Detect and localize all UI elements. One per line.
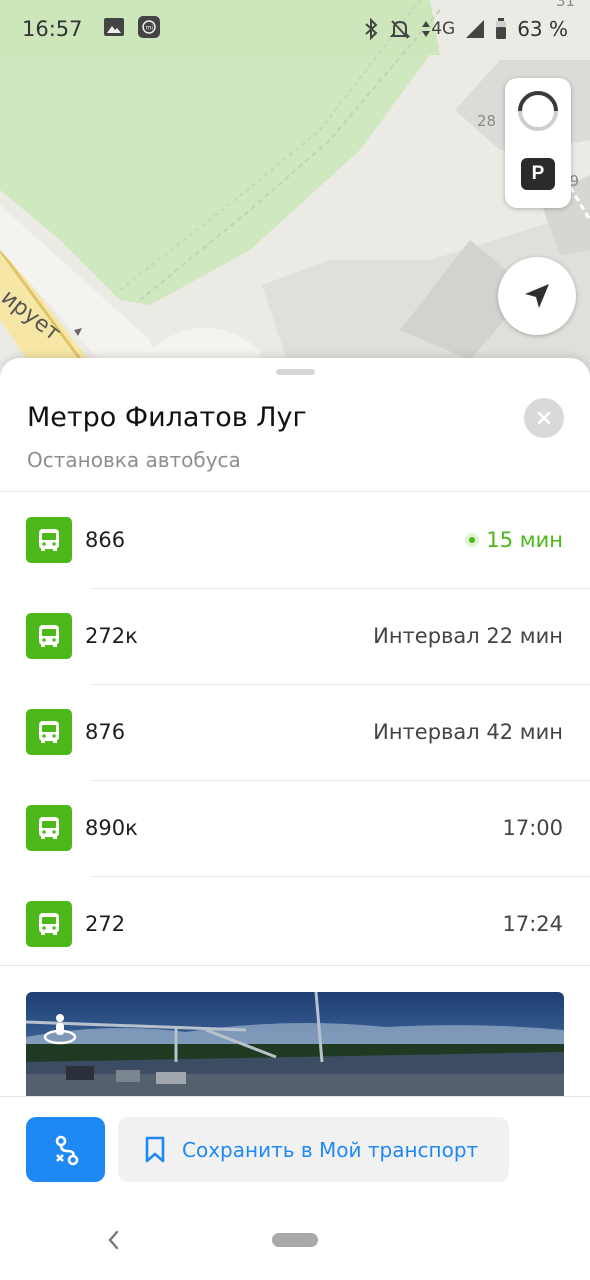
- route-row[interactable]: 890к 17:00: [0, 780, 590, 876]
- notifications-off-icon: [389, 18, 411, 40]
- battery-icon: [495, 18, 507, 40]
- route-row[interactable]: 272 17:24: [0, 876, 590, 972]
- route-number: 890к: [85, 816, 138, 840]
- traffic-button[interactable]: [515, 88, 561, 134]
- network-type: 4G: [421, 19, 455, 39]
- mi-app-icon: mi: [137, 15, 161, 44]
- my-location-button[interactable]: [498, 257, 576, 335]
- route-row[interactable]: 866 15 мин: [0, 492, 590, 588]
- building-number-28: 28: [477, 112, 496, 130]
- panorama-icon: [42, 1010, 78, 1050]
- route-number: 272к: [85, 624, 138, 648]
- route-number: 876: [85, 720, 126, 744]
- route-icon: [55, 1135, 78, 1165]
- parking-button[interactable]: P: [521, 158, 555, 190]
- bus-icon: [26, 517, 72, 563]
- signal-icon: [465, 19, 485, 39]
- bus-icon: [26, 805, 72, 851]
- live-indicator-icon: [465, 533, 480, 547]
- bus-icon: [26, 709, 72, 755]
- bus-icon: [26, 901, 72, 947]
- route-arrival-text: 17:00: [502, 816, 563, 840]
- map-layers-panel: P: [505, 78, 571, 208]
- divider: [0, 965, 590, 966]
- home-pill[interactable]: [272, 1233, 318, 1247]
- route-arrival-text: 15 мин: [486, 528, 563, 552]
- bookmark-icon: [145, 1136, 165, 1162]
- route-row[interactable]: 272к Интервал 22 мин: [0, 588, 590, 684]
- sheet-grabber[interactable]: [276, 369, 315, 375]
- bus-icon: [26, 613, 72, 659]
- stop-subtitle: Остановка автобуса: [27, 448, 241, 472]
- panorama-image: [26, 992, 564, 1102]
- save-to-my-transport-button[interactable]: Сохранить в Мой транспорт: [118, 1117, 509, 1182]
- route-arrival-text: Интервал 42 мин: [373, 720, 563, 744]
- route-number: 866: [85, 528, 126, 552]
- back-button[interactable]: [104, 1228, 124, 1256]
- bluetooth-icon: [363, 18, 379, 40]
- build-route-button[interactable]: [26, 1117, 105, 1182]
- battery-percent: 63 %: [517, 17, 568, 41]
- system-nav-bar: [0, 1196, 590, 1280]
- map-canvas: 28 29 31 ирует: [0, 0, 590, 400]
- status-time: 16:57: [22, 17, 83, 41]
- stop-title: Метро Филатов Луг: [27, 402, 307, 433]
- gallery-icon: [103, 17, 125, 42]
- location-arrow-icon: [525, 284, 549, 308]
- route-arrival-text: 17:24: [502, 912, 563, 936]
- save-button-label: Сохранить в Мой транспорт: [182, 1137, 479, 1162]
- status-bar: 16:57 mi 4G 63 %: [0, 0, 590, 58]
- route-number: 272: [85, 912, 126, 936]
- panorama-preview[interactable]: [26, 992, 564, 1102]
- action-bar: Сохранить в Мой транспорт: [0, 1096, 590, 1196]
- route-list: 866 15 мин 272к Интервал 22 мин 876 Инте…: [0, 492, 590, 972]
- route-row[interactable]: 876 Интервал 42 мин: [0, 684, 590, 780]
- network-label: 4G: [431, 19, 456, 39]
- route-arrival: 15 мин: [465, 528, 563, 552]
- svg-text:mi: mi: [145, 24, 153, 31]
- close-icon: [537, 411, 551, 425]
- chevron-left-icon: [108, 1230, 119, 1250]
- map-view[interactable]: 28 29 31 ирует: [0, 0, 590, 400]
- traffic-icon: [518, 91, 558, 131]
- close-button[interactable]: [524, 398, 564, 438]
- route-arrival-text: Интервал 22 мин: [373, 624, 563, 648]
